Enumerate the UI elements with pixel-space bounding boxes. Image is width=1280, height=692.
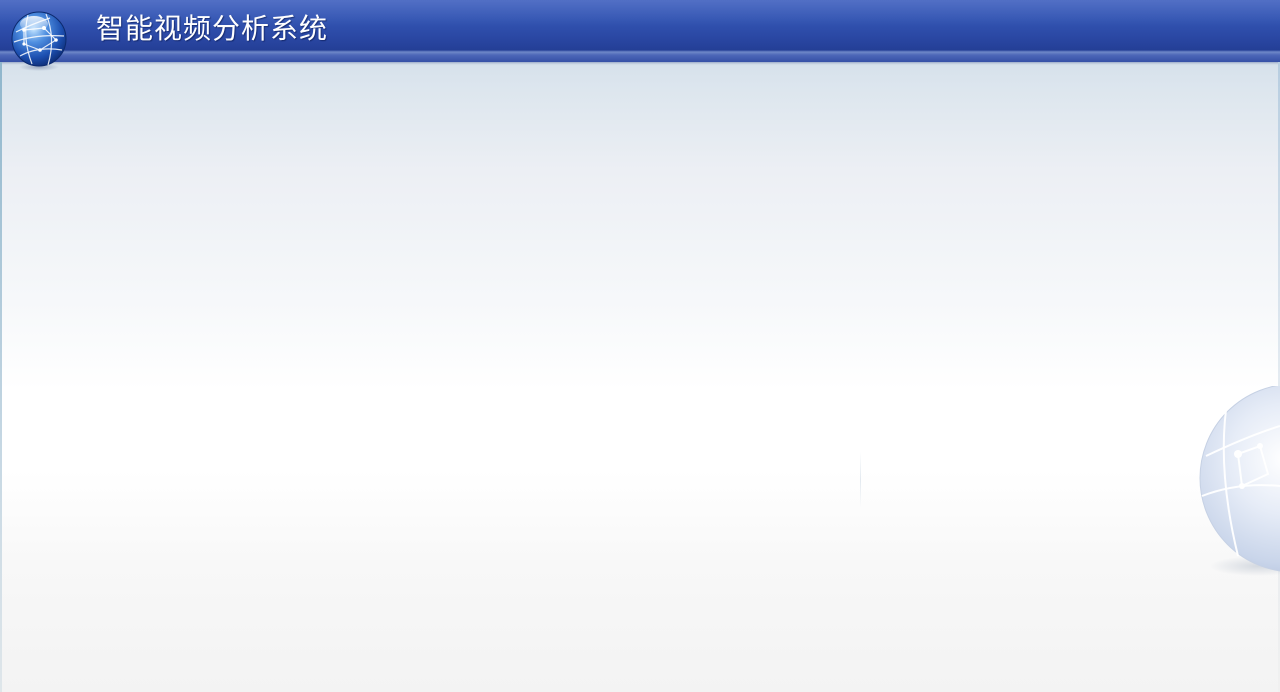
content-left-border bbox=[0, 62, 2, 692]
app-title: 智能视频分析系统 bbox=[96, 12, 329, 45]
background-divider bbox=[860, 452, 861, 508]
globe-icon bbox=[11, 11, 67, 71]
app-window: 智能视频分析系统 bbox=[0, 0, 1280, 692]
globe-watermark-icon bbox=[1199, 386, 1280, 576]
title-bar: 智能视频分析系统 bbox=[0, 0, 1280, 62]
